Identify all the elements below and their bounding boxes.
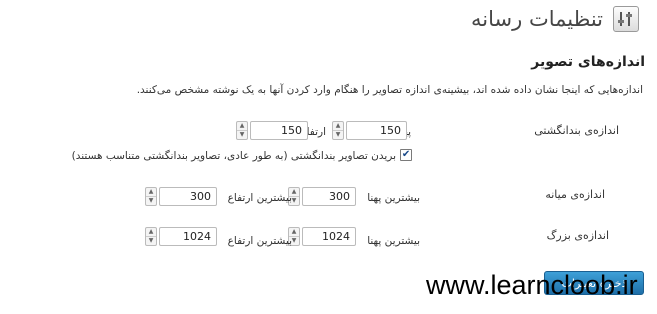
large-height-label: بیشترین ارتفاع (227, 235, 292, 247)
crop-thumbnails-checkbox[interactable]: ✔ (400, 149, 412, 161)
section-heading: اندازه‌های تصویر (531, 54, 645, 70)
thumbnail-height-stepper[interactable]: ▲ ▼ 150 (236, 121, 308, 140)
watermark-text: www.learncloob.ir (426, 270, 638, 300)
medium-height-label: بیشترین ارتفاع (227, 192, 292, 204)
medium-height-input[interactable]: 300 (159, 187, 217, 206)
thumbnail-size-label: اندازه‌ی بندانگشتی (534, 124, 619, 137)
stepper-arrows-icon[interactable]: ▲ ▼ (145, 187, 157, 206)
thumbnail-width-stepper[interactable]: ▲ ▼ 150 (332, 121, 407, 140)
medium-width-input[interactable]: 300 (302, 187, 356, 206)
medium-width-label: بیشترین پهنا (367, 192, 420, 204)
stepper-arrows-icon[interactable]: ▲ ▼ (145, 227, 157, 246)
section-description: اندازه‌هایی که اینجا نشان داده شده اند، … (136, 84, 643, 96)
large-height-stepper[interactable]: ▲ ▼ 1024 (145, 227, 217, 246)
page-header: تنظیمات رسانه (471, 6, 639, 32)
medium-width-stepper[interactable]: ▲ ▼ 300 (288, 187, 356, 206)
thumbnail-height-input[interactable]: 150 (250, 121, 308, 140)
large-width-label: بیشترین پهنا (367, 235, 420, 247)
large-height-input[interactable]: 1024 (159, 227, 217, 246)
crop-thumbnails-label: بریدن تصاویر بندانگشتی (به طور عادی، تصا… (71, 150, 396, 162)
thumbnail-width-input[interactable]: 150 (346, 121, 407, 140)
settings-sliders-icon (613, 6, 639, 32)
medium-height-stepper[interactable]: ▲ ▼ 300 (145, 187, 217, 206)
large-width-stepper[interactable]: ▲ ▼ 1024 (288, 227, 356, 246)
medium-size-label: اندازه‌ی میانه (545, 188, 605, 201)
stepper-arrows-icon[interactable]: ▲ ▼ (236, 121, 248, 140)
large-width-input[interactable]: 1024 (302, 227, 356, 246)
page-title: تنظیمات رسانه (471, 7, 603, 31)
stepper-arrows-icon[interactable]: ▲ ▼ (332, 121, 344, 140)
large-size-label: اندازه‌ی بزرگ (546, 229, 609, 242)
